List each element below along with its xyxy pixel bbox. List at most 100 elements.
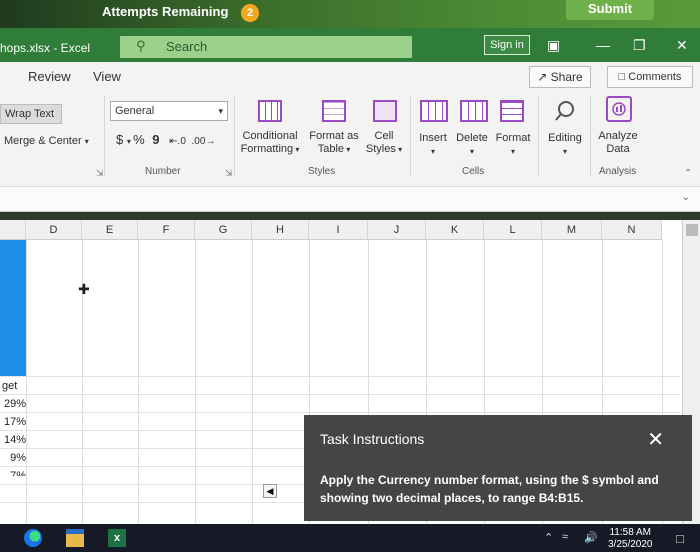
attempts-count-badge: 2: [241, 4, 259, 22]
number-format-select[interactable]: General ▾: [110, 101, 228, 121]
chevron-down-icon: ▾: [430, 147, 435, 156]
chevron-down-icon[interactable]: ⌄: [682, 192, 690, 203]
conditional-formatting-line1: Conditional: [242, 130, 298, 142]
conditional-formatting-button[interactable]: Conditional Formatting ▾: [238, 130, 302, 156]
tab-review[interactable]: Review: [28, 69, 71, 84]
system-clock[interactable]: 11:58 AM 3/25/2020: [608, 527, 653, 551]
format-as-table-icon: [322, 100, 346, 122]
gridline: [0, 412, 680, 413]
analyze-data-icon: [606, 96, 632, 122]
clock-date: 3/25/2020: [608, 539, 653, 550]
gridline: [0, 376, 680, 377]
comments-button[interactable]: □ Comments: [607, 66, 693, 88]
delete-label: Delete: [456, 132, 488, 144]
column-header-e[interactable]: E: [82, 220, 138, 240]
title-bar: hops.xlsx - Excel ⚲ Search Sign in ▣ — ❐…: [0, 28, 700, 62]
selected-range[interactable]: [0, 240, 26, 376]
close-icon[interactable]: ✕: [647, 427, 664, 452]
format-button[interactable]: Format ▾: [493, 132, 533, 158]
insert-cells-icon: [420, 100, 448, 122]
task-body: Apply the Currency number format, using …: [320, 473, 659, 505]
column-header-k[interactable]: K: [426, 220, 484, 240]
scroll-up-icon[interactable]: [686, 224, 698, 236]
comma-style-button[interactable]: 9: [152, 132, 159, 147]
search-icon: ⚲: [136, 38, 146, 53]
column-header-m[interactable]: M: [542, 220, 602, 240]
task-title: Task Instructions: [320, 431, 425, 447]
search-placeholder: Search: [166, 39, 208, 54]
column-header-d[interactable]: D: [26, 220, 82, 240]
group-divider: [410, 96, 411, 176]
number-format-buttons: $ ▾ % 9 ⇤.0 .00→: [116, 132, 215, 147]
scroll-left-icon[interactable]: ◀: [263, 484, 277, 498]
tab-view[interactable]: View: [93, 69, 121, 84]
analyze-data-line1: Analyze: [598, 130, 638, 142]
chevron-down-icon: ▾: [562, 147, 567, 156]
format-cells-icon: [500, 100, 524, 122]
insert-button[interactable]: Insert ▾: [416, 132, 450, 158]
editing-button[interactable]: Editing ▾: [543, 132, 587, 158]
wrap-text-button[interactable]: Wrap Text: [0, 104, 62, 124]
cell-value[interactable]: 9%: [0, 449, 28, 467]
cell-budget-header[interactable]: get: [0, 377, 28, 395]
group-divider: [590, 96, 591, 176]
close-icon[interactable]: ✕: [676, 37, 688, 54]
alignment-launcher-icon[interactable]: ⇲: [96, 168, 104, 179]
column-header-h[interactable]: H: [252, 220, 309, 240]
delete-cells-icon: [460, 100, 488, 122]
currency-format-button[interactable]: $: [116, 132, 123, 147]
collapse-ribbon-icon[interactable]: ⌃: [684, 168, 692, 179]
minimize-icon[interactable]: —: [596, 37, 610, 53]
excel-app-icon[interactable]: x: [108, 529, 126, 547]
number-format-value: General: [115, 105, 155, 117]
insert-label: Insert: [419, 132, 447, 144]
speaker-icon[interactable]: 🔊: [584, 531, 598, 544]
task-instructions-panel: Task Instructions ✕ Apply the Currency n…: [304, 415, 692, 521]
increase-decimal-button[interactable]: ⇤.0: [169, 136, 186, 147]
number-launcher-icon[interactable]: ⇲: [225, 168, 233, 179]
share-button[interactable]: ↗ Share: [529, 66, 591, 88]
formula-bar[interactable]: ⌄: [0, 186, 700, 212]
decrease-decimal-button[interactable]: .00→: [192, 136, 216, 147]
format-as-table-button[interactable]: Format as Table ▾: [306, 130, 362, 156]
number-group-label: Number: [145, 166, 181, 177]
analyze-data-button[interactable]: Analyze Data: [594, 130, 642, 156]
column-header-partial[interactable]: [0, 220, 26, 240]
merge-center-label: Merge & Center: [4, 135, 82, 147]
restore-icon[interactable]: ❐: [633, 37, 646, 54]
column-header-f[interactable]: F: [138, 220, 195, 240]
format-as-table-line1: Format as: [309, 130, 359, 142]
wifi-icon[interactable]: ≈: [562, 531, 568, 543]
percent-style-button[interactable]: %: [133, 132, 145, 147]
file-explorer-icon[interactable]: [66, 529, 84, 547]
tray-chevron-up-icon[interactable]: ⌃: [544, 531, 553, 544]
gridline: [138, 240, 139, 524]
delete-button[interactable]: Delete ▾: [453, 132, 491, 158]
column-header-l[interactable]: L: [484, 220, 542, 240]
notifications-icon[interactable]: □: [676, 531, 684, 546]
conditional-formatting-icon: [258, 100, 282, 122]
column-header-g[interactable]: G: [195, 220, 252, 240]
conditional-formatting-line2: Formatting ▾: [240, 143, 300, 155]
column-header-i[interactable]: I: [309, 220, 368, 240]
gridline: [0, 394, 680, 395]
cell-value[interactable]: 14%: [0, 431, 28, 449]
cell-styles-icon: [373, 100, 397, 122]
cell-value[interactable]: 29%: [0, 395, 28, 413]
cell-value[interactable]: 17%: [0, 413, 28, 431]
cell-cursor-icon: ✚: [78, 281, 90, 297]
cell-styles-line1: Cell: [374, 130, 394, 142]
merge-center-button[interactable]: Merge & Center ▾: [4, 135, 89, 147]
search-input[interactable]: ⚲ Search: [120, 36, 412, 58]
column-header-n[interactable]: N: [602, 220, 662, 240]
group-divider: [538, 96, 539, 176]
format-label: Format: [495, 132, 531, 144]
os-taskbar: x ⌃ ≈ 🔊 11:58 AM 3/25/2020 □: [0, 524, 700, 552]
cell-styles-button[interactable]: Cell Styles ▾: [362, 130, 406, 156]
cell-value[interactable]: 7%: [0, 467, 28, 476]
submit-button[interactable]: Submit: [566, 0, 654, 20]
edge-browser-icon[interactable]: [24, 529, 42, 547]
ribbon-display-icon[interactable]: ▣: [547, 37, 560, 54]
column-header-j[interactable]: J: [368, 220, 426, 240]
sign-in-button[interactable]: Sign in: [484, 35, 530, 55]
